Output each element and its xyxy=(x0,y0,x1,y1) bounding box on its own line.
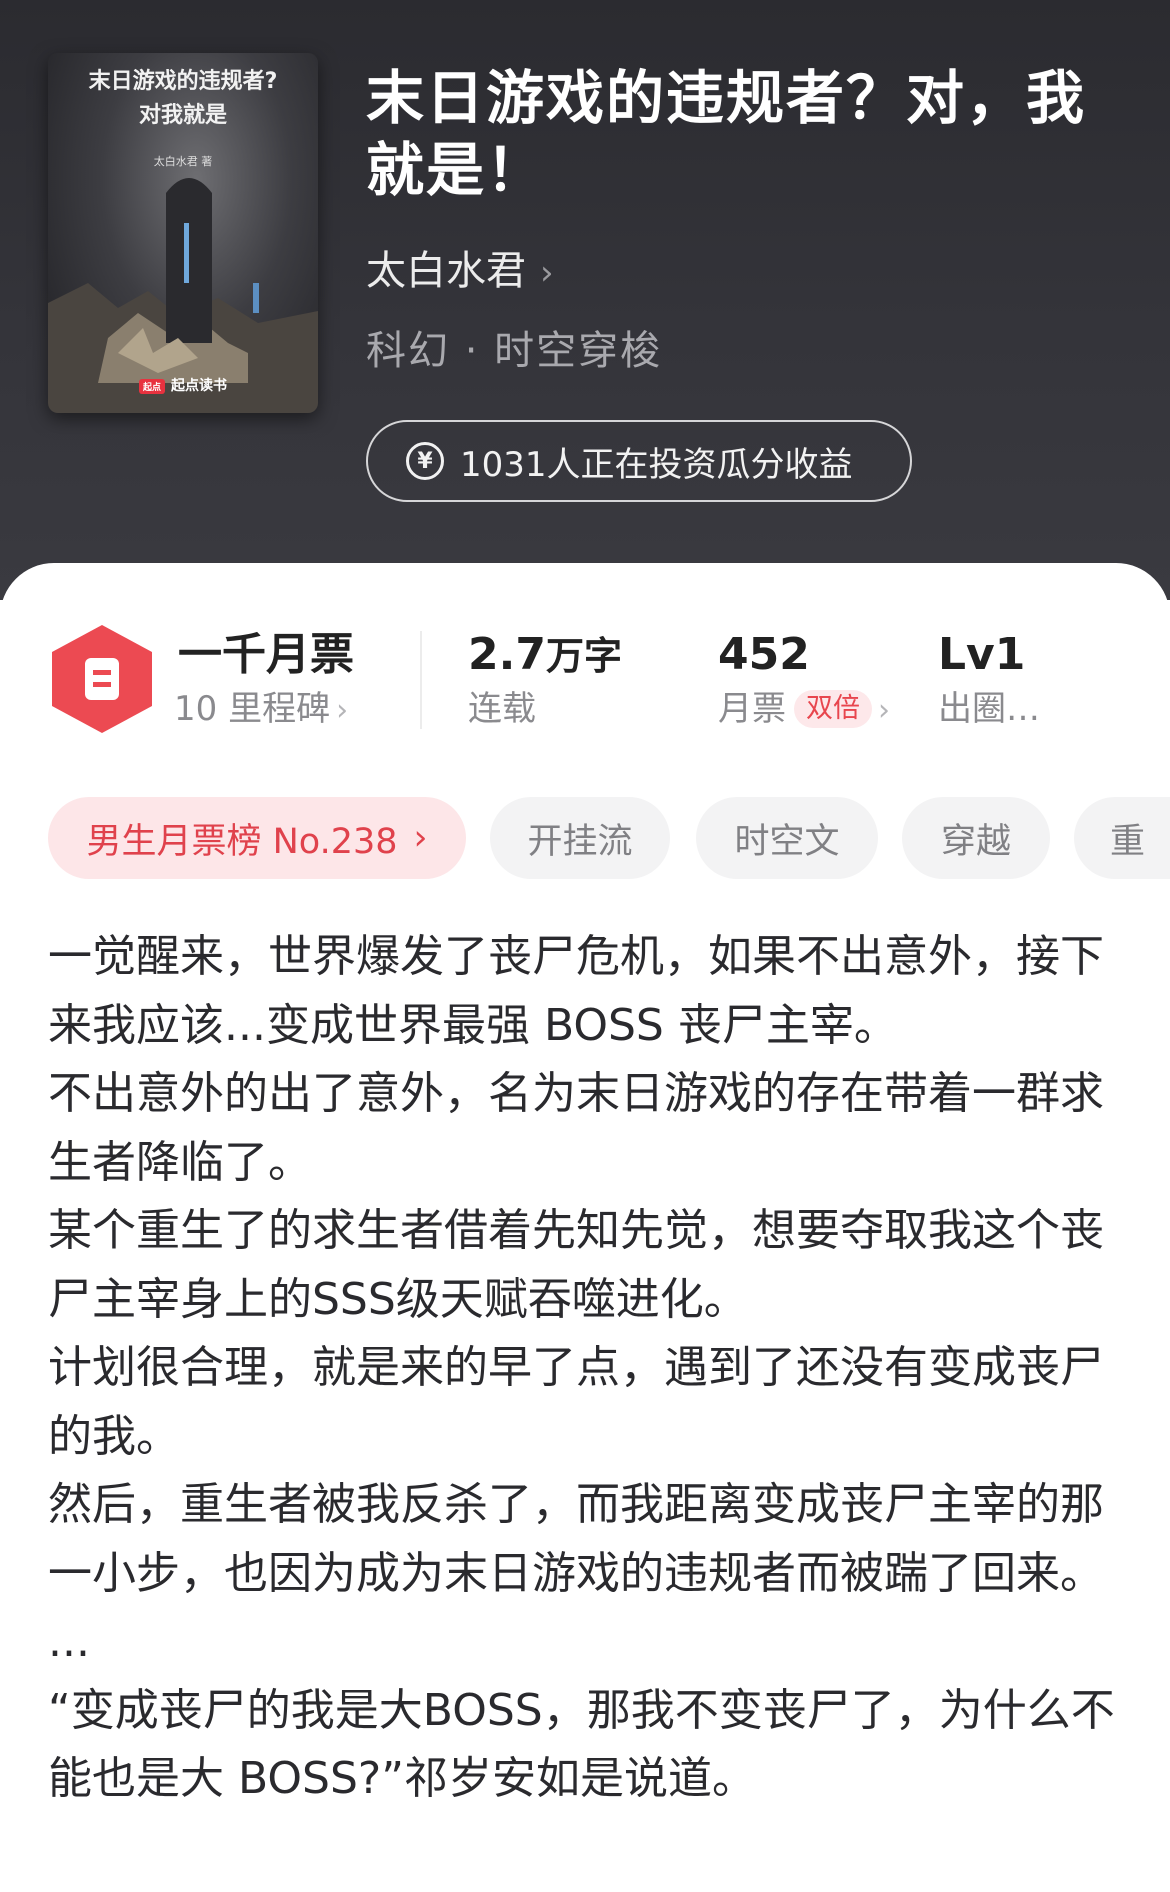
double-badge: 双倍 xyxy=(794,690,872,728)
word-count-unit: 万字 xyxy=(545,634,622,678)
yen-coin-icon: ¥ xyxy=(406,442,444,480)
monthly-tickets-label: 月票 xyxy=(718,689,786,729)
milestone-sub: 10 里程碑 xyxy=(174,689,331,729)
word-count-value: 2.7 xyxy=(468,629,546,680)
description-paragraph: 某个重生了的求生者借着先知先觉，想要夺取我这个丧尸主宰身上的SSS级天赋吞噬进化… xyxy=(48,1205,1104,1325)
tag-rebirth[interactable]: 重 xyxy=(1074,797,1170,879)
chevron-right-icon: › xyxy=(336,693,349,728)
stat-divider xyxy=(420,631,422,729)
book-genre[interactable]: 科幻 · 时空穿梭 xyxy=(366,325,662,377)
ticket-milestone-icon xyxy=(52,625,152,733)
invest-label: 1031人正在投资瓜分收益 xyxy=(460,444,853,485)
serial-status: 连载 xyxy=(468,689,536,729)
cover-title-line1: 末日游戏的违规者? xyxy=(88,69,278,94)
description-paragraph: “变成丧尸的我是大BOSS，那我不变丧尸了，为什么不能也是大 BOSS?”祁岁安… xyxy=(48,1684,1115,1805)
chevron-right-icon: › xyxy=(413,818,428,858)
book-cover[interactable]: 末日游戏的违规者? 对我就是 太白水君 著 起点 起点读书 xyxy=(48,53,318,413)
author-link[interactable]: 太白水君 › xyxy=(366,245,554,299)
chevron-right-icon: › xyxy=(540,253,554,293)
cover-publisher-logo: 起点 起点读书 xyxy=(48,375,318,395)
cover-title-line2: 对我就是 xyxy=(138,103,227,128)
description-paragraph: 不出意外的出了意外，名为末日游戏的存在带着一群求生者降临了。 xyxy=(48,1068,1104,1188)
milestone-title: 一千月票 xyxy=(178,629,354,680)
description-paragraph: 一觉醒来，世界爆发了丧尸危机，如果不出意外，接下来我应该...变成世界最强 BO… xyxy=(48,931,1104,1051)
description-paragraph: ... xyxy=(48,1616,90,1667)
book-header: 末日游戏的违规者? 对我就是 太白水君 著 起点 起点读书 末日游戏的违规者？对，… xyxy=(0,0,1170,600)
level-value: Lv1 xyxy=(938,629,1026,680)
publisher-mark: 起点 xyxy=(138,378,165,394)
tag-spacetime[interactable]: 时空文 xyxy=(696,797,878,879)
cover-author: 太白水君 著 xyxy=(153,155,213,168)
tag-rank[interactable]: 男生月票榜 No.238 › xyxy=(48,797,466,879)
milestone-link[interactable]: 10 里程碑 › xyxy=(174,687,348,733)
tag-time-travel[interactable]: 穿越 xyxy=(902,797,1050,879)
tag-rank-label: 男生月票榜 No.238 xyxy=(86,821,398,862)
description-paragraph: 然后，重生者被我反杀了，而我距离变成丧尸主宰的那一小步，也因为成为末日游戏的违规… xyxy=(48,1479,1104,1599)
description-paragraph: 计划很合理，就是来的早了点，遇到了还没有变成丧尸的我。 xyxy=(48,1342,1104,1462)
book-detail-card: 一千月票 10 里程碑 › 2.7万字 连载 452 月票 双倍 › Lv1 出圈… … xyxy=(0,563,1170,1892)
level-label[interactable]: 出圈… xyxy=(938,687,1040,731)
chevron-right-icon: › xyxy=(878,693,890,728)
monthly-tickets-link[interactable]: 月票 双倍 › xyxy=(718,687,890,733)
book-description: 一觉醒来，世界爆发了丧尸危机，如果不出意外，接下来我应该...变成世界最强 BO… xyxy=(48,923,1128,1814)
word-count: 2.7万字 xyxy=(468,627,622,684)
tag-cheat[interactable]: 开挂流 xyxy=(490,797,670,879)
book-title: 末日游戏的违规者？对，我就是！ xyxy=(366,64,1087,204)
invest-button[interactable]: ¥ 1031人正在投资瓜分收益 xyxy=(366,420,912,502)
publisher-name: 起点读书 xyxy=(171,378,227,394)
monthly-tickets-value: 452 xyxy=(718,629,810,680)
author-name: 太白水君 xyxy=(366,248,526,294)
